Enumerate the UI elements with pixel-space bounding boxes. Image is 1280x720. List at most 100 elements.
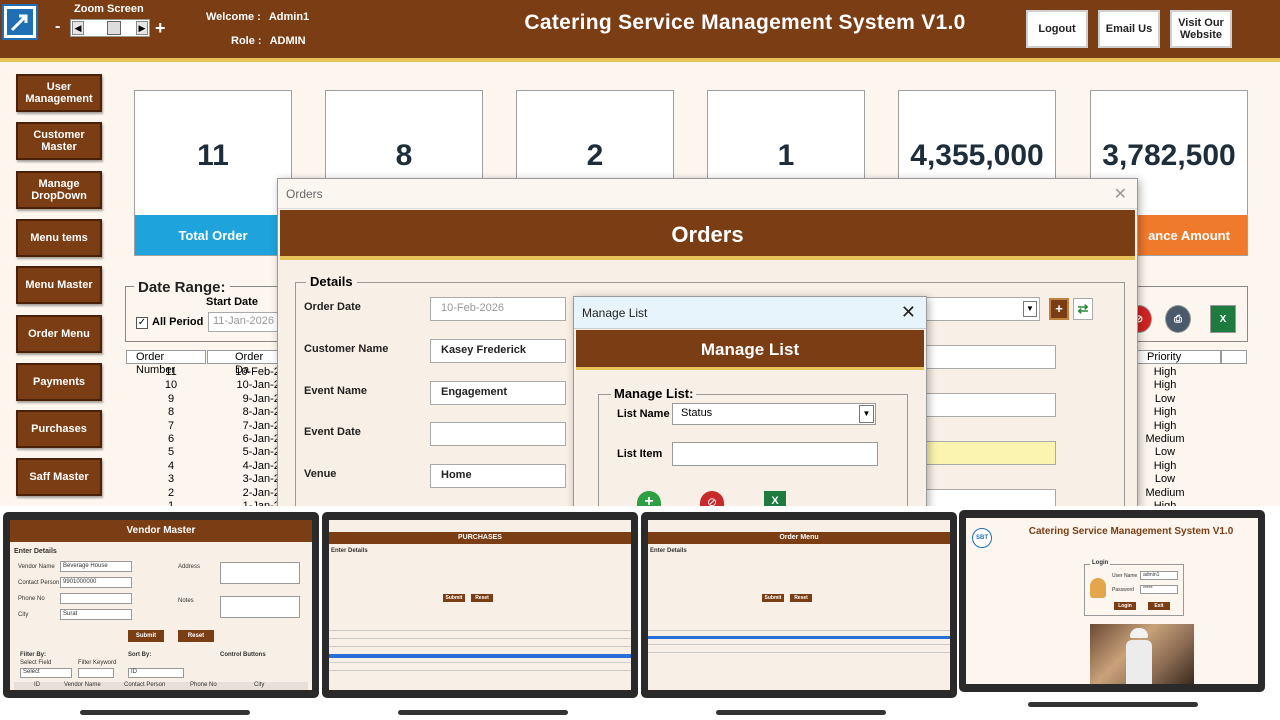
venue-input[interactable]: Home [430,464,566,488]
start-date-input[interactable]: 11-Jan-2026 [208,312,280,332]
order-date-cell: 6-Jan-20 [242,432,286,445]
submit-button[interactable]: Submit [443,594,465,602]
list-item-input[interactable] [672,442,878,466]
submit-button[interactable]: Submit [762,594,784,602]
priority-cell: High [1153,419,1177,432]
manage-list-titlebar: Manage List ✕ [574,297,926,329]
event-date-input[interactable] [430,422,566,446]
login-app-title: Catering Service Management System V1.0 [1028,526,1234,537]
login-button[interactable]: Login [1114,602,1136,610]
submit-button[interactable]: Submit [128,630,164,642]
kpi-card-total-order: 11 Total Order [134,90,292,256]
notes-input[interactable] [220,596,300,618]
reset-button[interactable]: Reset [790,594,812,602]
table-row [329,662,631,663]
exit-button[interactable]: Exit [1148,602,1170,610]
user-avatar-icon [1090,578,1106,598]
contact-person-input[interactable]: 9901000000 [60,577,132,588]
refresh-icon[interactable]: ⇄ [1073,298,1093,320]
zoom-label: Zoom Screen [74,3,144,15]
filter-label: Filter By: [20,652,47,658]
date-range-group: Date Range: Start Date ✓ All Period 11-J… [125,279,280,342]
city-input[interactable]: Surat [60,609,132,620]
role-value: ADMIN [269,35,306,47]
monitor-stand [716,710,886,715]
welcome-label: Welcome : [206,11,261,23]
welcome-text: Welcome : Admin1 [206,11,309,23]
chevron-down-icon: ▼ [859,405,874,423]
vendor-table-header: ID Vendor Name Contact Person Phone No C… [14,682,308,690]
password-input[interactable]: ***** [1140,585,1178,594]
user-name-input[interactable]: admin1 [1140,571,1178,580]
sort-select[interactable]: ID [128,668,184,678]
sidebar-item-order-menu[interactable]: Order Menu [16,315,102,353]
email-us-button[interactable]: Email Us [1098,10,1160,48]
visit-website-button[interactable]: Visit Our Website [1170,10,1232,48]
reset-button[interactable]: Reset [178,630,214,642]
kpi-label: Total Order [135,215,291,255]
table-row [648,652,950,653]
print-icon[interactable]: ⎙ [1165,305,1191,333]
reset-button[interactable]: Reset [471,594,493,602]
manage-list-dialog: Manage List ✕ Manage List Manage List: L… [573,296,927,524]
table-row-selected [648,636,950,639]
zoom-right-arrow-icon[interactable]: ▶ [136,21,148,35]
order-number-cell: 6 [167,432,175,445]
sidebar-item-payments[interactable]: Payments [16,363,102,401]
purchases-section-title: Enter Details [331,548,368,554]
zoom-minus-button[interactable]: - [55,18,60,36]
app-logo-icon [2,4,38,40]
priority-cell: Medium [1145,432,1185,445]
order-date-input[interactable]: 10-Feb-2026 [430,297,566,321]
excel-export-icon[interactable]: X [1210,305,1236,333]
all-period-checkbox[interactable]: ✓ [136,317,148,329]
kpi-value: 11 [197,139,229,172]
venue-label: Venue [304,468,337,480]
customer-name-input[interactable]: Kasey Frederick [430,339,566,363]
list-name-dropdown[interactable]: Status ▼ [672,403,876,425]
filter-keyword-input[interactable] [78,668,114,678]
order-date-cell: 9-Jan-20 [242,392,286,405]
sidebar-item-staff-master[interactable]: Saff Master [16,458,102,496]
sidebar-item-customer-master[interactable]: Customer Master [16,122,102,160]
event-name-input[interactable]: Engagement [430,381,566,405]
vendor-name-input[interactable]: Beverage House [60,561,132,572]
sidebar-item-menu-items[interactable]: Menu tems [16,219,102,257]
col-header-priority[interactable]: Priority [1126,350,1221,364]
table-row [329,670,631,671]
filter-select[interactable]: Select [20,668,72,678]
monitor-stand [80,710,250,715]
col-header-order-date[interactable]: Order Da [207,350,281,376]
event-date-label: Event Date [304,426,361,438]
order-number-column: 11 10 9 8 7 6 5 4 3 2 1 [126,366,216,513]
monitor-login: SBT Catering Service Management System V… [959,510,1265,692]
screens-preview-strip: Vendor Master Enter Details Vendor Name … [0,506,1280,720]
manage-list-close-icon[interactable]: ✕ [901,302,916,323]
sidebar-item-user-management[interactable]: User Management [16,74,102,112]
zoom-left-arrow-icon[interactable]: ◀ [72,21,84,35]
header-bar: Zoom Screen - ◀ ▶ + Welcome : Admin1 Role… [0,0,1280,62]
add-list-item-button[interactable]: + [1049,298,1069,320]
manage-list-window-title: Manage List [582,306,648,320]
login-logo-icon: SBT [972,528,992,548]
zoom-plus-button[interactable]: + [155,18,166,39]
city-label: City [18,612,29,618]
orders-close-icon[interactable]: ✕ [1114,184,1127,204]
app-title: Catering Service Management System V1.0 [524,11,966,34]
logout-button[interactable]: Logout [1026,10,1088,48]
zoom-slider[interactable]: ◀ ▶ [70,19,150,37]
address-input[interactable] [220,562,300,584]
sidebar-item-purchases[interactable]: Purchases [16,410,102,448]
col-header-order-number[interactable]: Order Number [126,350,206,376]
monitor-vendor-master: Vendor Master Enter Details Vendor Name … [3,512,319,698]
order-number-cell: 10 [164,379,178,392]
phone-input[interactable] [60,593,132,604]
order-number-cell: 2 [167,486,175,499]
role-text: Role : ADMIN [231,35,306,47]
user-name-label: User Name [1112,573,1138,579]
sidebar-item-menu-master[interactable]: Menu Master [16,266,102,304]
sidebar-item-manage-dropdown[interactable]: Manage DropDown [16,171,102,209]
header-text: Priority [1147,351,1182,363]
order-menu-screen: Order Menu Enter Details Submit Reset [648,520,950,690]
zoom-slider-thumb[interactable] [107,21,121,35]
